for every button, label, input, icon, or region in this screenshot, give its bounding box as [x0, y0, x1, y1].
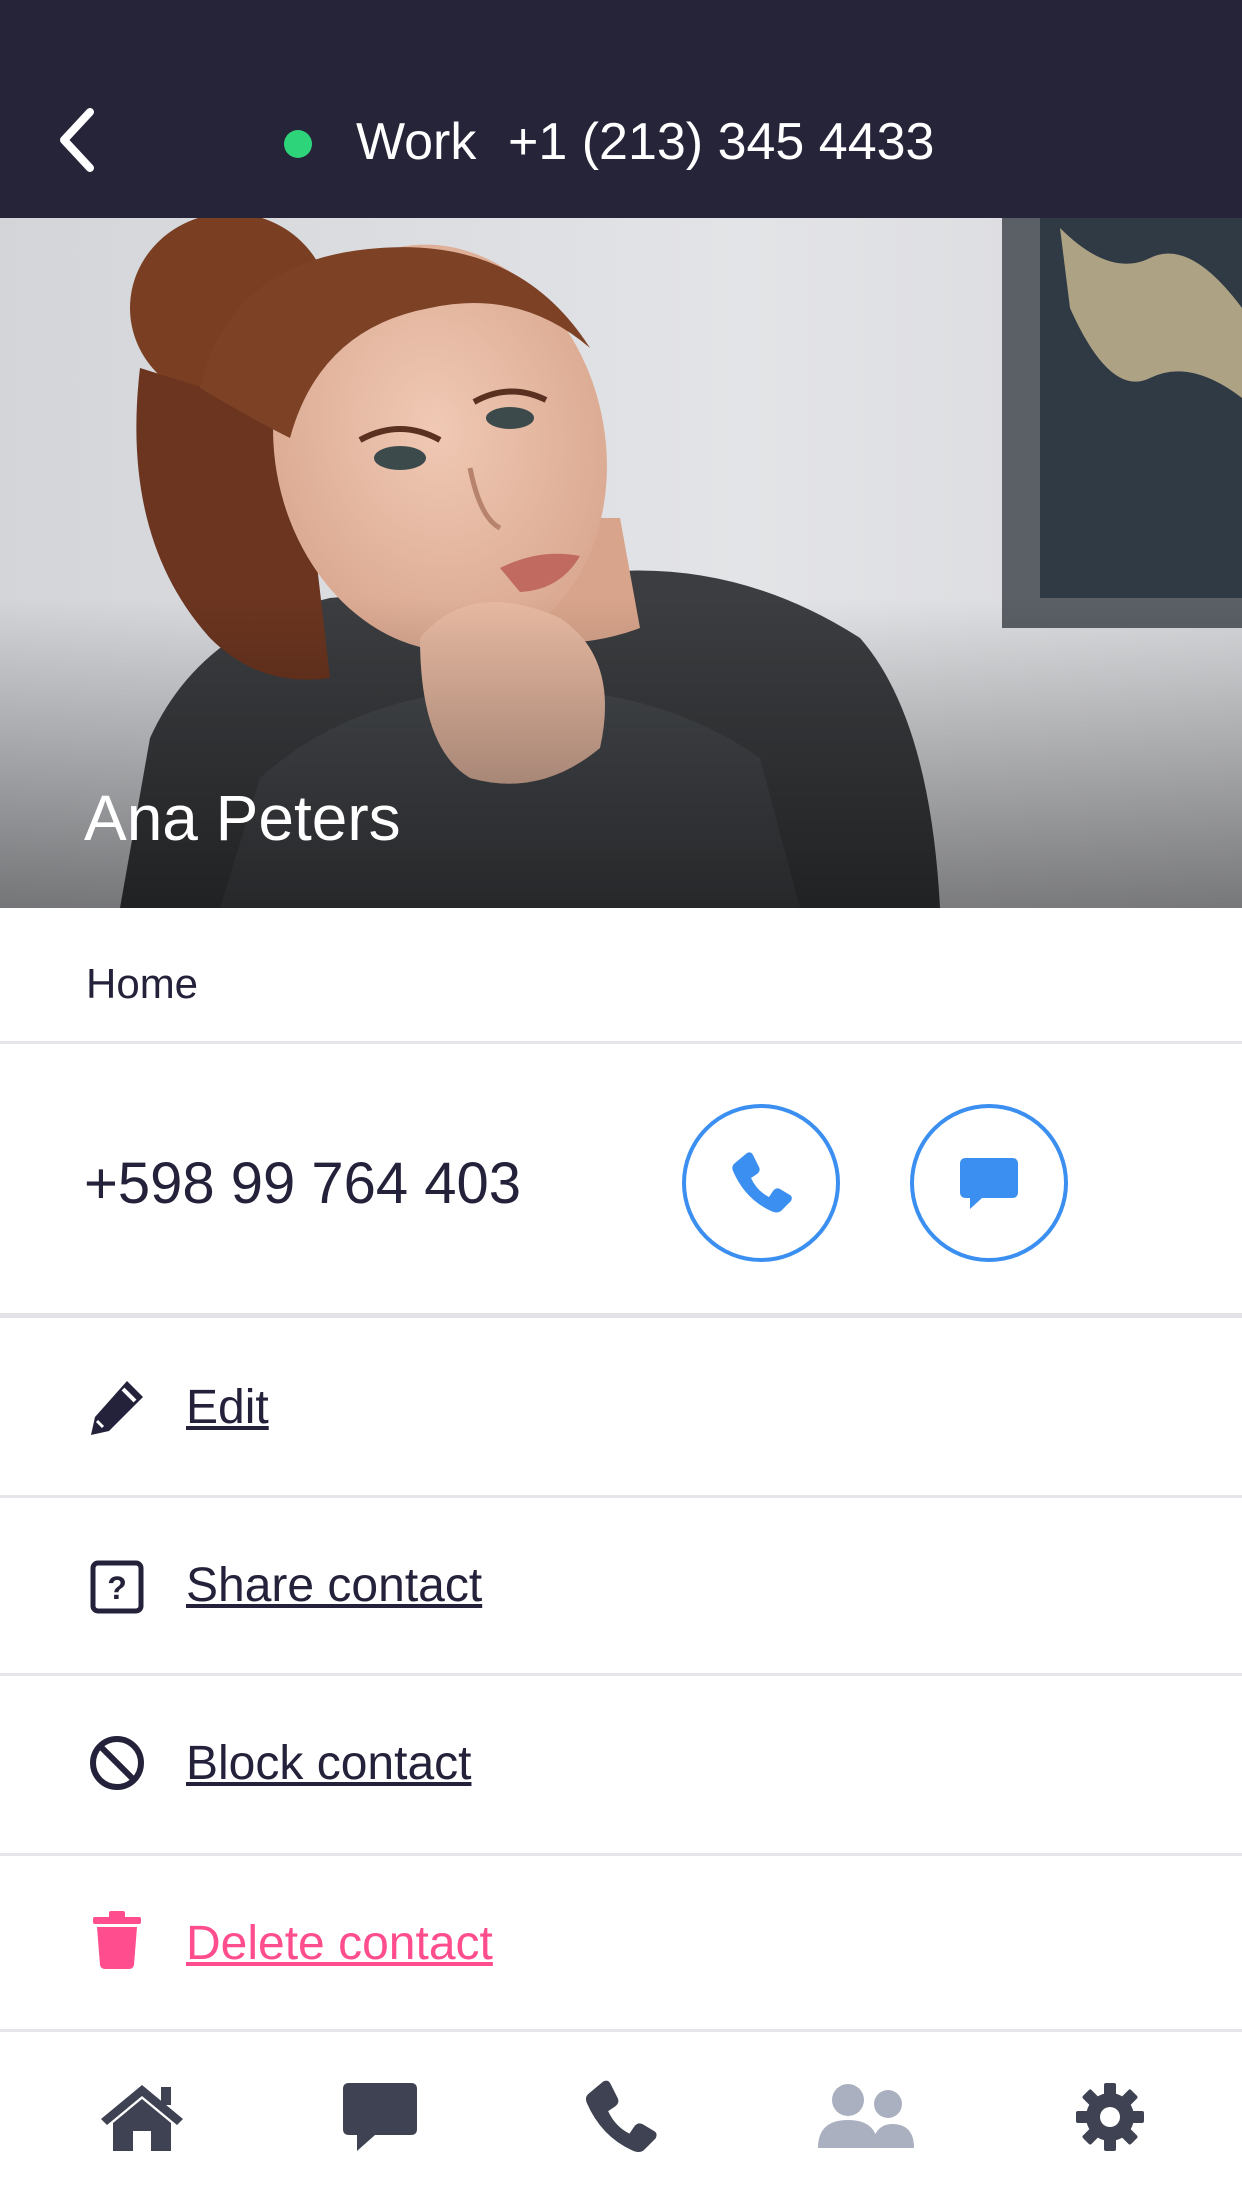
call-button[interactable]	[682, 1104, 840, 1262]
phone-icon	[732, 1152, 792, 1213]
back-button[interactable]	[50, 100, 110, 180]
phone-number[interactable]: +598 99 764 403	[84, 1150, 521, 1217]
chevron-left-icon	[60, 108, 94, 172]
nav-contacts[interactable]	[816, 2072, 916, 2162]
header-line-phone: +1 (213) 345 4433	[508, 113, 935, 171]
phone-type-row: Home	[0, 908, 1242, 1044]
pencil-icon	[86, 1376, 148, 1438]
contacts-icon	[818, 2084, 914, 2148]
gear-icon	[1076, 2083, 1144, 2151]
nav-settings[interactable]	[1060, 2072, 1160, 2162]
block-icon	[86, 1732, 148, 1794]
nav-home[interactable]	[92, 2072, 192, 2162]
chat-icon	[960, 1158, 1018, 1209]
contact-name: Ana Peters	[84, 782, 401, 854]
status-indicator	[284, 130, 312, 158]
message-button[interactable]	[910, 1104, 1068, 1262]
chat-icon	[343, 2083, 417, 2151]
phone-number-row: +598 99 764 403	[0, 1044, 1242, 1318]
home-icon	[101, 2085, 183, 2151]
contact-photo: Ana Peters	[0, 218, 1242, 908]
svg-text:?: ?	[107, 1570, 127, 1606]
phone-icon	[585, 2080, 657, 2153]
share-contact-row[interactable]: ? Share contact	[0, 1498, 1242, 1676]
block-label[interactable]: Block contact	[186, 1736, 471, 1791]
share-label[interactable]: Share contact	[186, 1558, 482, 1613]
nav-messages[interactable]	[330, 2072, 430, 2162]
block-contact-row[interactable]: Block contact	[0, 1676, 1242, 1856]
nav-calls[interactable]	[570, 2072, 670, 2162]
trash-icon	[86, 1908, 148, 1970]
delete-label[interactable]: Delete contact	[186, 1916, 493, 1971]
question-square-icon: ?	[86, 1556, 148, 1618]
phone-type-label: Home	[86, 960, 199, 1007]
edit-contact-row[interactable]: Edit	[0, 1318, 1242, 1498]
header-line-label: Work	[356, 113, 477, 171]
bottom-navigation	[0, 2032, 1242, 2208]
top-bar: Work +1 (213) 345 4433	[0, 0, 1242, 218]
delete-contact-row[interactable]: Delete contact	[0, 1856, 1242, 2032]
edit-label[interactable]: Edit	[186, 1380, 269, 1435]
